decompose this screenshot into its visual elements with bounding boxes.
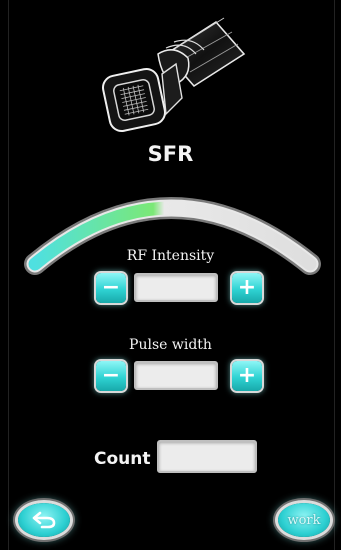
count-value-field[interactable] [157,440,257,473]
work-button-label: work [287,512,321,528]
rf-intensity-label: RF Intensity [126,248,215,264]
intensity-gauge [24,197,321,275]
rf-intensity-increase-button[interactable]: + [232,273,262,303]
work-button[interactable]: work [278,503,330,537]
pulse-width-value-field[interactable] [134,361,218,390]
pulse-width-decrease-button[interactable]: − [96,361,126,391]
rf-intensity-value-field[interactable] [134,273,218,302]
count-label: Count [94,449,151,469]
handpiece-icon [102,17,246,132]
pulse-width-label: Pulse width [129,337,212,353]
device-title: SFR [147,142,194,166]
pulse-width-increase-button[interactable]: + [232,361,262,391]
rf-intensity-decrease-button[interactable]: − [96,273,126,303]
back-button[interactable] [18,503,70,537]
back-arrow-icon [32,511,56,529]
